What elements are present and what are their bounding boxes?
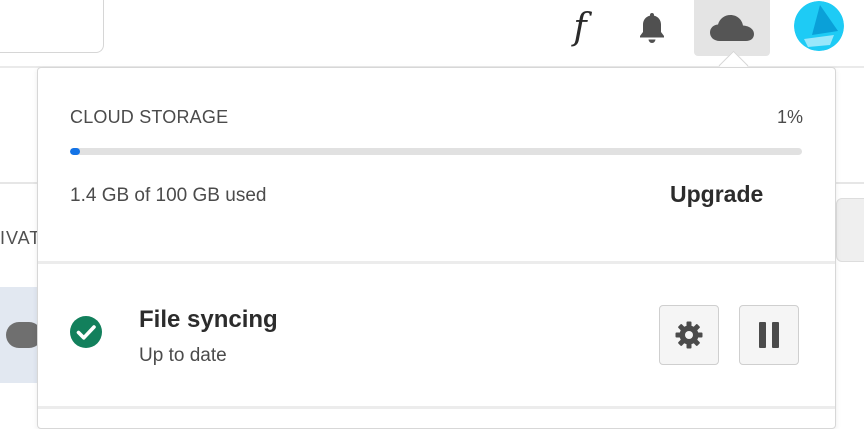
storage-progress-bar bbox=[70, 148, 802, 155]
check-circle-icon bbox=[70, 316, 102, 348]
gear-icon bbox=[675, 321, 703, 349]
background-right-divider bbox=[836, 182, 864, 184]
panel-divider-bottom bbox=[38, 406, 835, 409]
storage-percent: 1% bbox=[776, 107, 803, 127]
search-input[interactable] bbox=[0, 0, 104, 53]
upgrade-button[interactable]: Upgrade bbox=[670, 181, 763, 208]
pause-sync-button[interactable] bbox=[739, 305, 799, 365]
sync-settings-button[interactable] bbox=[659, 305, 719, 365]
bell-icon[interactable] bbox=[632, 0, 672, 56]
background-right-button[interactable] bbox=[836, 198, 864, 262]
panel-divider bbox=[38, 261, 835, 264]
storage-title: CLOUD STORAGE bbox=[70, 107, 229, 127]
cloud-storage-button[interactable] bbox=[694, 0, 770, 56]
storage-progress-fill bbox=[70, 148, 81, 155]
sync-title: File syncing bbox=[139, 306, 278, 333]
cloud-storage-panel: CLOUD STORAGE 1% 1.4 GB of 100 GB used U… bbox=[37, 67, 836, 429]
storage-used-text: 1.4 GB of 100 GB used bbox=[70, 185, 267, 206]
fonts-icon[interactable]: f bbox=[560, 0, 600, 56]
cloud-icon bbox=[710, 15, 754, 41]
background-tab-label: IVAT bbox=[0, 228, 42, 248]
avatar[interactable] bbox=[794, 1, 844, 51]
pause-icon bbox=[759, 322, 779, 348]
sync-status: Up to date bbox=[139, 345, 227, 366]
